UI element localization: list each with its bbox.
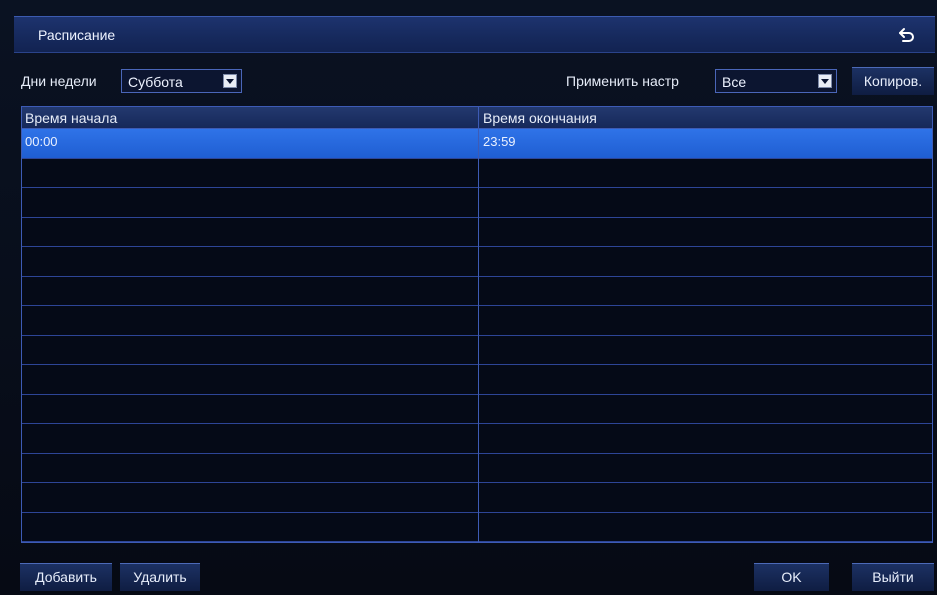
chevron-down-icon [818, 74, 832, 88]
table-row[interactable] [22, 218, 932, 247]
ok-button[interactable]: OK [754, 563, 829, 591]
table-row[interactable]: 00:00 23:59 [22, 129, 932, 159]
apply-select-value: Все [722, 74, 747, 90]
table-row[interactable] [22, 365, 932, 395]
add-button[interactable]: Добавить [20, 563, 112, 591]
table-row[interactable] [22, 188, 932, 218]
table-row[interactable] [22, 277, 932, 306]
schedule-window: Расписание Дни недели Суббота Применить … [0, 0, 937, 595]
chevron-down-icon [223, 74, 237, 88]
column-divider [478, 107, 479, 542]
back-button[interactable] [897, 25, 917, 45]
day-select[interactable]: Суббота [121, 69, 242, 93]
copy-button[interactable]: Копиров. [852, 67, 934, 95]
table-row[interactable] [22, 424, 932, 454]
apply-select[interactable]: Все [715, 69, 837, 93]
day-select-value: Суббота [128, 74, 183, 90]
apply-label: Применить настр [566, 73, 679, 89]
table-row[interactable] [22, 513, 932, 542]
back-arrow-icon [899, 28, 914, 42]
exit-button[interactable]: Выйти [852, 563, 934, 591]
table-row[interactable] [22, 159, 932, 188]
table-row[interactable] [22, 483, 932, 513]
table-row[interactable] [22, 336, 932, 365]
table-header: Время начала Время окончания [22, 107, 932, 129]
column-start-header: Время начала [25, 110, 118, 126]
delete-button[interactable]: Удалить [120, 563, 200, 591]
start-time-cell: 00:00 [25, 134, 58, 149]
table-body: 00:00 23:59 [22, 129, 932, 542]
table-row[interactable] [22, 454, 932, 483]
window-title: Расписание [38, 27, 116, 43]
end-time-cell: 23:59 [483, 134, 516, 149]
title-bar: Расписание [14, 16, 935, 53]
schedule-table: Время начала Время окончания 00:00 23:59 [21, 106, 933, 543]
table-row[interactable] [22, 306, 932, 336]
toolbar: Дни недели Суббота Применить настр Все К… [14, 66, 935, 96]
days-label: Дни недели [21, 73, 97, 89]
column-end-header: Время окончания [483, 110, 597, 126]
footer-bar: Добавить Удалить OK Выйти [14, 563, 935, 591]
table-row[interactable] [22, 395, 932, 424]
table-row[interactable] [22, 247, 932, 277]
